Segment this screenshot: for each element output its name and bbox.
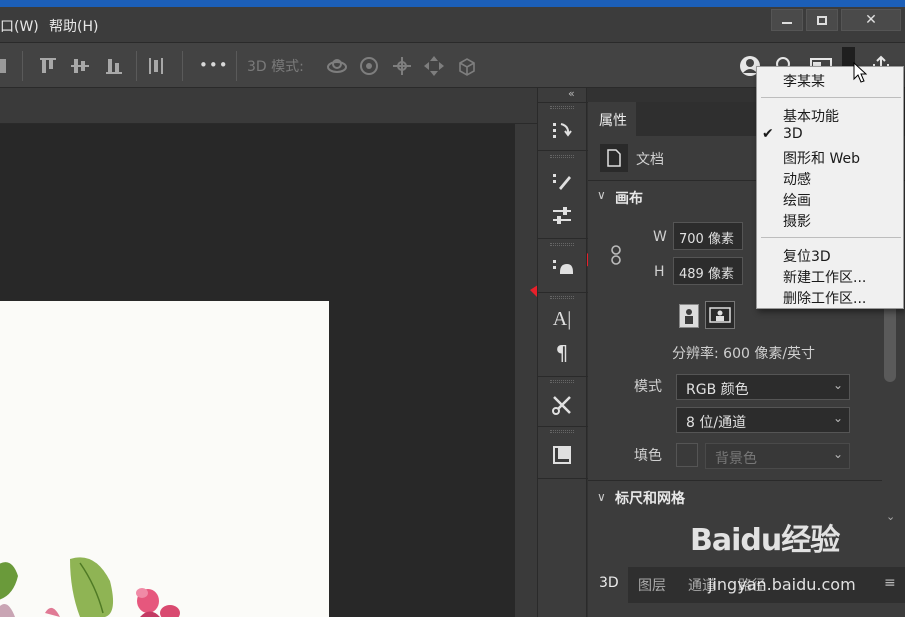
restore-button[interactable] [806,9,838,31]
document-icon [600,144,628,172]
title-bar-strip [0,0,905,7]
restore-icon [817,15,827,25]
paragraph-icon[interactable]: ¶ [549,340,575,366]
menu-item-painting[interactable]: 绘画 [783,190,811,210]
menu-item-3d[interactable]: 3D [783,126,803,142]
width-field[interactable]: 700 像素 [673,222,743,250]
workspace-menu: 李某某 基本功能 ✔ 3D 图形和 Web 动感 绘画 摄影 复位3D 新建工作… [756,66,904,309]
chevron-down-icon: ⌄ [832,411,843,425]
watermark-logo: Baidu经验 [690,523,840,558]
menu-item-delete-workspace[interactable]: 删除工作区... [783,288,866,308]
menu-bar: 口(W) 帮助(H) ✕ [0,7,905,42]
chevron-down-icon: ⌄ [832,447,843,461]
history-icon[interactable] [549,118,575,144]
separator [22,51,23,81]
height-field[interactable]: 489 像素 [673,257,743,285]
clone-source-icon[interactable] [549,254,575,280]
3d-mode-label: 3D 模式: [247,59,304,75]
resolution-text: 分辨率: 600 像素/英寸 [672,346,816,362]
mouse-cursor-icon [853,62,867,83]
fill-label: 填色 [634,448,662,464]
minimize-icon [782,22,792,24]
link-icon[interactable] [609,245,623,269]
3d-roll-icon[interactable] [358,55,380,77]
distribute-icon[interactable] [145,55,167,77]
chevron-down-icon: ⌄ [832,378,843,392]
chevron-down-icon[interactable]: ∨ [597,188,606,202]
menu-item-reset-3d[interactable]: 复位3D [783,246,831,266]
menu-item-motion[interactable]: 动感 [783,169,811,189]
close-button[interactable]: ✕ [841,9,901,31]
fill-color-swatch[interactable] [676,443,698,467]
collapse-panels-button[interactable]: « [568,87,575,100]
separator [136,51,137,81]
more-options-button[interactable]: ••• [199,56,229,74]
tab-properties[interactable]: 属性 [588,102,636,136]
close-icon: ✕ [865,12,877,28]
menu-window[interactable]: 口(W) [0,16,39,36]
height-label: H [654,264,665,280]
document-tab-row [0,88,537,124]
watermark-url: jingyan.baidu.com [708,575,856,594]
menu-item-photography[interactable]: 摄影 [783,211,811,231]
separator [182,51,183,81]
align-vertical-center-icon[interactable] [69,55,91,77]
3d-orbit-icon[interactable] [326,55,348,77]
width-label: W [653,229,667,245]
panel-tool-strip: A| ¶ [537,88,588,617]
baidu-watermark: Baidu经验 jingyan.baidu.com [690,515,856,594]
portrait-orientation-icon[interactable] [679,304,699,328]
flower-painting-image [0,301,329,617]
brush-settings-icon[interactable] [549,203,575,229]
menu-item-graphic-web[interactable]: 图形和 Web [783,148,860,168]
character-icon[interactable]: A| [549,306,575,332]
align-bottom-icon[interactable] [103,55,125,77]
landscape-orientation-icon[interactable] [705,301,735,329]
chevron-down-icon[interactable]: ∨ [597,490,606,504]
fill-select[interactable]: 背景色 ⌄ [705,443,850,469]
align-top-icon[interactable] [37,55,59,77]
canvas-section-title[interactable]: 画布 [615,188,643,208]
menu-item-new-workspace[interactable]: 新建工作区... [783,267,866,287]
separator [236,51,237,81]
menu-item-user[interactable]: 李某某 [783,71,825,91]
scroll-down-icon[interactable]: ⌄ [886,510,895,523]
color-mode-select[interactable]: RGB 颜色 ⌄ [676,374,850,400]
brush-presets-icon[interactable] [549,168,575,194]
notes-icon[interactable] [549,442,575,468]
document-canvas[interactable] [0,301,329,617]
menu-help[interactable]: 帮助(H) [49,16,98,36]
menu-item-essentials[interactable]: 基本功能 [783,106,839,126]
tool-presets-icon[interactable] [549,392,575,418]
3d-scale-icon[interactable] [456,55,478,77]
document-label: 文档 [636,152,664,168]
checkmark-icon: ✔ [762,126,774,142]
minimize-button[interactable] [771,9,803,31]
mode-label: 模式 [634,379,662,395]
3d-slide-icon[interactable] [423,55,445,77]
align-partial-icon[interactable] [0,55,14,77]
tab-3d[interactable]: 3D [588,567,628,603]
bit-depth-select[interactable]: 8 位/通道 ⌄ [676,407,850,433]
3d-pan-icon[interactable] [391,55,413,77]
tab-layers[interactable]: 图层 [638,575,666,595]
rulers-grid-section-title[interactable]: 标尺和网格 [615,488,685,508]
